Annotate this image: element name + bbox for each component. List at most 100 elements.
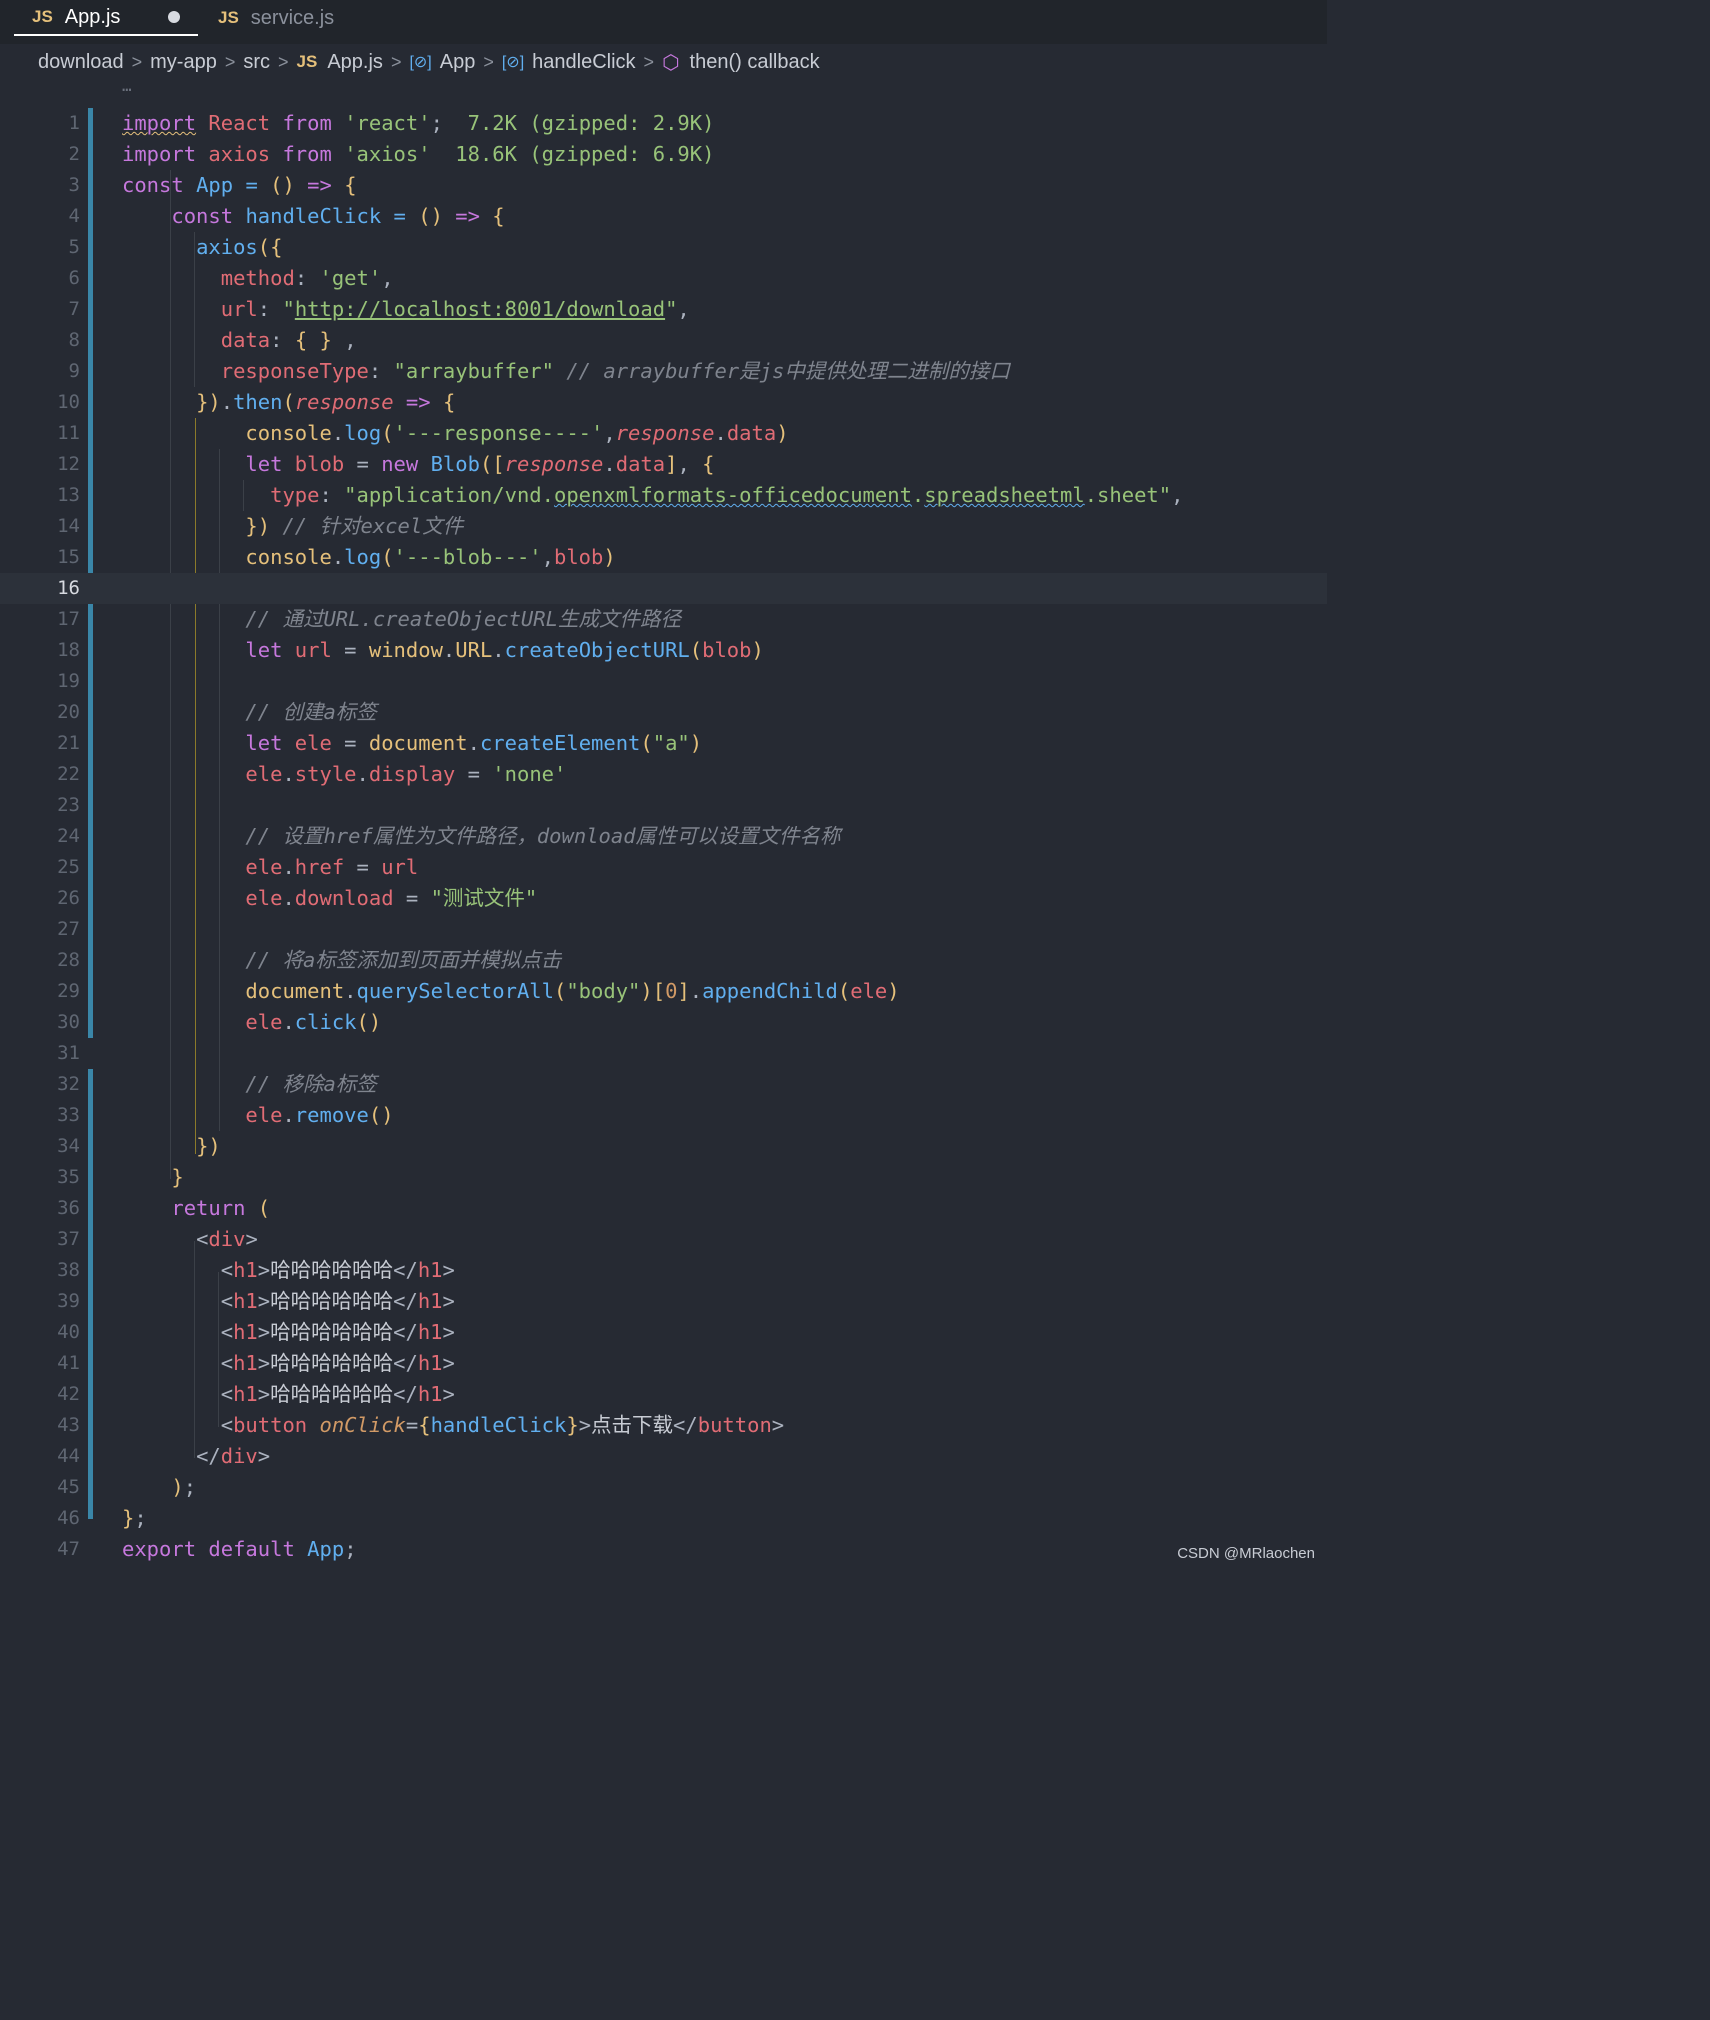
code-line[interactable]: 41 <h1>哈哈哈哈哈哈</h1> <box>0 1348 1327 1379</box>
code-text[interactable]: }; <box>122 1503 147 1534</box>
code-text[interactable]: ele.download = "测试文件" <box>122 883 537 914</box>
code-text[interactable]: // 将a标签添加到页面并模拟点击 <box>122 945 561 976</box>
code-text[interactable]: const handleClick = () => { <box>122 201 504 232</box>
breadcrumb-item[interactable]: src <box>243 51 270 74</box>
code-text[interactable]: console.log('---blob---',blob) <box>122 542 615 573</box>
code-text[interactable]: let blob = new Blob([response.data], { <box>122 449 714 480</box>
code-line[interactable]: 40 <h1>哈哈哈哈哈哈</h1> <box>0 1317 1327 1348</box>
folded-region-ellipsis-icon[interactable]: … <box>122 76 132 95</box>
code-line[interactable]: 44 </div> <box>0 1441 1327 1472</box>
code-line[interactable]: 46}; <box>0 1503 1327 1534</box>
code-line[interactable]: 12 let blob = new Blob([response.data], … <box>0 449 1327 480</box>
code-line[interactable]: 20 // 创建a标签 <box>0 697 1327 728</box>
code-line[interactable]: 14 }) // 针对excel文件 <box>0 511 1327 542</box>
code-line[interactable]: 22 ele.style.display = 'none' <box>0 759 1327 790</box>
unsaved-dot-icon[interactable] <box>168 11 180 23</box>
code-line[interactable]: 5 axios({ <box>0 232 1327 263</box>
code-line[interactable]: 10 }).then(response => { <box>0 387 1327 418</box>
code-line[interactable]: 17 // 通过URL.createObjectURL生成文件路径 <box>0 604 1327 635</box>
code-line[interactable]: 7 url: "http://localhost:8001/download", <box>0 294 1327 325</box>
code-text[interactable]: responseType: "arraybuffer" // arraybuff… <box>122 356 1010 387</box>
breadcrumb-item[interactable]: App <box>440 51 476 74</box>
code-text[interactable]: let url = window.URL.createObjectURL(blo… <box>122 635 763 666</box>
code-line[interactable]: 3 const App = () => { <box>0 170 1327 201</box>
code-text[interactable]: let ele = document.createElement("a") <box>122 728 702 759</box>
code-text[interactable]: export default App; <box>122 1534 357 1565</box>
code-line[interactable]: 26 ele.download = "测试文件" <box>0 883 1327 914</box>
code-line[interactable]: 16 <box>0 573 1327 604</box>
code-text[interactable]: document.querySelectorAll("body")[0].app… <box>122 976 899 1007</box>
code-text[interactable]: console.log('---response----',response.d… <box>122 418 788 449</box>
code-line[interactable]: 11 console.log('---response----',respons… <box>0 418 1327 449</box>
code-text[interactable]: // 创建a标签 <box>122 697 376 728</box>
breadcrumb-item[interactable]: then() callback <box>690 51 820 74</box>
code-text[interactable]: ele.click() <box>122 1007 381 1038</box>
code-text[interactable]: import React from 'react'; 7.2K (gzipped… <box>122 108 714 139</box>
breadcrumb-item[interactable]: download <box>38 51 124 74</box>
breadcrumb-item[interactable]: App.js <box>327 51 383 74</box>
code-line[interactable]: 15 console.log('---blob---',blob) <box>0 542 1327 573</box>
code-text[interactable]: }) // 针对excel文件 <box>122 511 463 542</box>
code-text[interactable]: // 通过URL.createObjectURL生成文件路径 <box>122 604 681 635</box>
code-text[interactable]: import axios from 'axios' 18.6K (gzipped… <box>122 139 714 170</box>
code-text[interactable]: axios({ <box>122 232 282 263</box>
code-text[interactable]: <h1>哈哈哈哈哈哈</h1> <box>122 1255 455 1286</box>
code-text[interactable]: <button onClick={handleClick}>点击下载</butt… <box>122 1410 784 1441</box>
code-line[interactable]: 42 <h1>哈哈哈哈哈哈</h1> <box>0 1379 1327 1410</box>
code-line[interactable]: 29 document.querySelectorAll("body")[0].… <box>0 976 1327 1007</box>
code-text[interactable]: ele.style.display = 'none' <box>122 759 566 790</box>
code-text[interactable]: <div> <box>122 1224 258 1255</box>
code-line[interactable]: 25 ele.href = url <box>0 852 1327 883</box>
tab-service-js[interactable]: JS service.js <box>218 0 334 36</box>
code-line[interactable]: 35 } <box>0 1162 1327 1193</box>
code-text[interactable]: data: { } , <box>122 325 357 356</box>
code-text[interactable]: }) <box>122 1131 221 1162</box>
code-line[interactable]: 27 <box>0 914 1327 945</box>
code-line[interactable]: 34 }) <box>0 1131 1327 1162</box>
code-line[interactable]: 19 <box>0 666 1327 697</box>
code-text[interactable]: type: "application/vnd.openxmlformats-of… <box>122 480 1183 511</box>
code-line[interactable]: 47 export default App; <box>0 1534 1327 1565</box>
code-line[interactable]: 30 ele.click() <box>0 1007 1327 1038</box>
code-line[interactable]: 28 // 将a标签添加到页面并模拟点击 <box>0 945 1327 976</box>
code-text[interactable]: url: "http://localhost:8001/download", <box>122 294 690 325</box>
code-line[interactable]: 6 method: 'get', <box>0 263 1327 294</box>
code-line[interactable]: 36 return ( <box>0 1193 1327 1224</box>
code-line[interactable]: 23 <box>0 790 1327 821</box>
code-text[interactable]: // 移除a标签 <box>122 1069 376 1100</box>
code-line[interactable]: 1 import React from 'react'; 7.2K (gzippe… <box>0 108 1327 139</box>
code-line[interactable]: 33 ele.remove() <box>0 1100 1327 1131</box>
code-line[interactable]: 18 let url = window.URL.createObjectURL(… <box>0 635 1327 666</box>
code-line[interactable]: 38 <h1>哈哈哈哈哈哈</h1> <box>0 1255 1327 1286</box>
code-line[interactable]: 13 type: "application/vnd.openxmlformats… <box>0 480 1327 511</box>
code-line[interactable]: 2 import axios from 'axios' 18.6K (gzippe… <box>0 139 1327 170</box>
code-text[interactable]: <h1>哈哈哈哈哈哈</h1> <box>122 1348 455 1379</box>
code-editor[interactable]: 1 import React from 'react'; 7.2K (gzippe… <box>0 108 1327 1568</box>
code-text[interactable]: ele.remove() <box>122 1100 393 1131</box>
code-line[interactable]: 4 const handleClick = () => { <box>0 201 1327 232</box>
code-line[interactable]: 45 ); <box>0 1472 1327 1503</box>
code-text[interactable]: <h1>哈哈哈哈哈哈</h1> <box>122 1286 455 1317</box>
code-line[interactable]: 8 data: { } , <box>0 325 1327 356</box>
code-text[interactable]: <h1>哈哈哈哈哈哈</h1> <box>122 1317 455 1348</box>
code-line[interactable]: 21 let ele = document.createElement("a") <box>0 728 1327 759</box>
code-text[interactable]: return ( <box>122 1193 270 1224</box>
code-text[interactable]: } <box>122 1162 183 1193</box>
code-text[interactable]: method: 'get', <box>122 263 394 294</box>
code-text[interactable]: ); <box>122 1472 196 1503</box>
breadcrumb-item[interactable]: handleClick <box>532 51 635 74</box>
code-text[interactable]: ele.href = url <box>122 852 418 883</box>
breadcrumb-item[interactable]: my-app <box>150 51 217 74</box>
code-text[interactable]: <h1>哈哈哈哈哈哈</h1> <box>122 1379 455 1410</box>
code-text[interactable]: // 设置href属性为文件路径，download属性可以设置文件名称 <box>122 821 840 852</box>
code-line[interactable]: 37 <div> <box>0 1224 1327 1255</box>
code-text[interactable]: const App = () => { <box>122 170 357 201</box>
code-line[interactable]: 31 <box>0 1038 1327 1069</box>
code-line[interactable]: 39 <h1>哈哈哈哈哈哈</h1> <box>0 1286 1327 1317</box>
code-text[interactable]: </div> <box>122 1441 270 1472</box>
code-line[interactable]: 43 <button onClick={handleClick}>点击下载</b… <box>0 1410 1327 1441</box>
code-line[interactable]: 32 // 移除a标签 <box>0 1069 1327 1100</box>
code-line[interactable]: 24 // 设置href属性为文件路径，download属性可以设置文件名称 <box>0 821 1327 852</box>
code-line[interactable]: 9 responseType: "arraybuffer" // arraybu… <box>0 356 1327 387</box>
code-text[interactable]: }).then(response => { <box>122 387 455 418</box>
